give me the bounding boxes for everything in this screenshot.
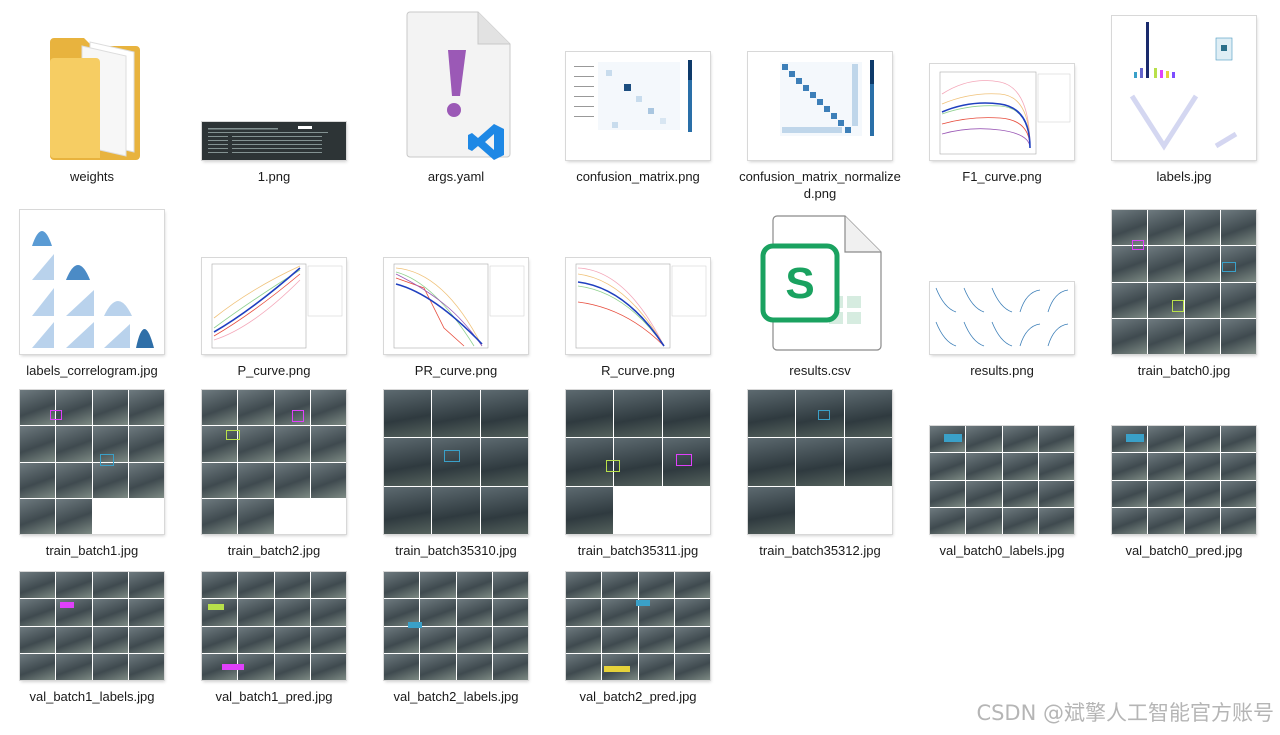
spreadsheet-file-icon: S — [738, 204, 902, 354]
folder-icon — [10, 6, 174, 160]
file-name: confusion_matrix_normalized.png — [739, 169, 901, 201]
image-thumbnail — [920, 384, 1084, 534]
file-name: args.yaml — [427, 169, 485, 184]
file-name: R_curve.png — [601, 363, 675, 378]
file-name: labels_correlogram.jpg — [26, 363, 158, 378]
image-thumbnail — [738, 384, 902, 534]
file-name: P_curve.png — [237, 363, 311, 378]
file-name: train_batch35310.jpg — [395, 543, 517, 558]
image-thumbnail — [10, 204, 174, 354]
file-name: val_batch1_labels.jpg — [29, 689, 155, 704]
image-thumbnail — [192, 384, 356, 534]
file-name: train_batch2.jpg — [227, 543, 321, 558]
image-thumbnail — [920, 204, 1084, 354]
image-thumbnail — [192, 6, 356, 160]
file-name: val_batch2_pred.jpg — [579, 689, 697, 704]
file-name: results.csv — [789, 363, 851, 378]
image-thumbnail — [556, 384, 720, 534]
file-name: val_batch0_pred.jpg — [1125, 543, 1243, 558]
file-name: results.png — [970, 363, 1034, 378]
file-name: labels.jpg — [1156, 169, 1212, 184]
image-thumbnail — [374, 564, 538, 680]
image-thumbnail — [556, 564, 720, 680]
yaml-file-icon — [374, 6, 538, 160]
file-name: val_batch0_labels.jpg — [939, 543, 1065, 558]
image-thumbnail — [738, 6, 902, 160]
image-thumbnail — [10, 384, 174, 534]
file-name: weights — [69, 169, 115, 184]
file-name: val_batch1_pred.jpg — [215, 689, 333, 704]
file-name: val_batch2_labels.jpg — [393, 689, 519, 704]
image-thumbnail — [192, 204, 356, 354]
file-name: PR_curve.png — [414, 363, 498, 378]
image-thumbnail — [10, 564, 174, 680]
image-thumbnail — [374, 384, 538, 534]
svg-text:S: S — [785, 259, 814, 308]
image-thumbnail — [556, 6, 720, 160]
image-thumbnail — [1102, 204, 1266, 354]
file-name: train_batch35311.jpg — [577, 543, 699, 558]
image-thumbnail — [374, 204, 538, 354]
file-name: train_batch0.jpg — [1137, 363, 1231, 378]
image-thumbnail — [1102, 6, 1266, 160]
file-name: train_batch35312.jpg — [759, 543, 881, 558]
file-name: confusion_matrix.png — [576, 169, 700, 184]
file-name: F1_curve.png — [962, 169, 1042, 184]
image-thumbnail — [192, 564, 356, 680]
image-thumbnail — [556, 204, 720, 354]
image-thumbnail — [1102, 384, 1266, 534]
file-name: 1.png — [257, 169, 291, 184]
image-thumbnail — [920, 6, 1084, 160]
watermark: CSDN @斌擎人工智能官方账号 — [976, 701, 1274, 725]
file-name: train_batch1.jpg — [45, 543, 139, 558]
